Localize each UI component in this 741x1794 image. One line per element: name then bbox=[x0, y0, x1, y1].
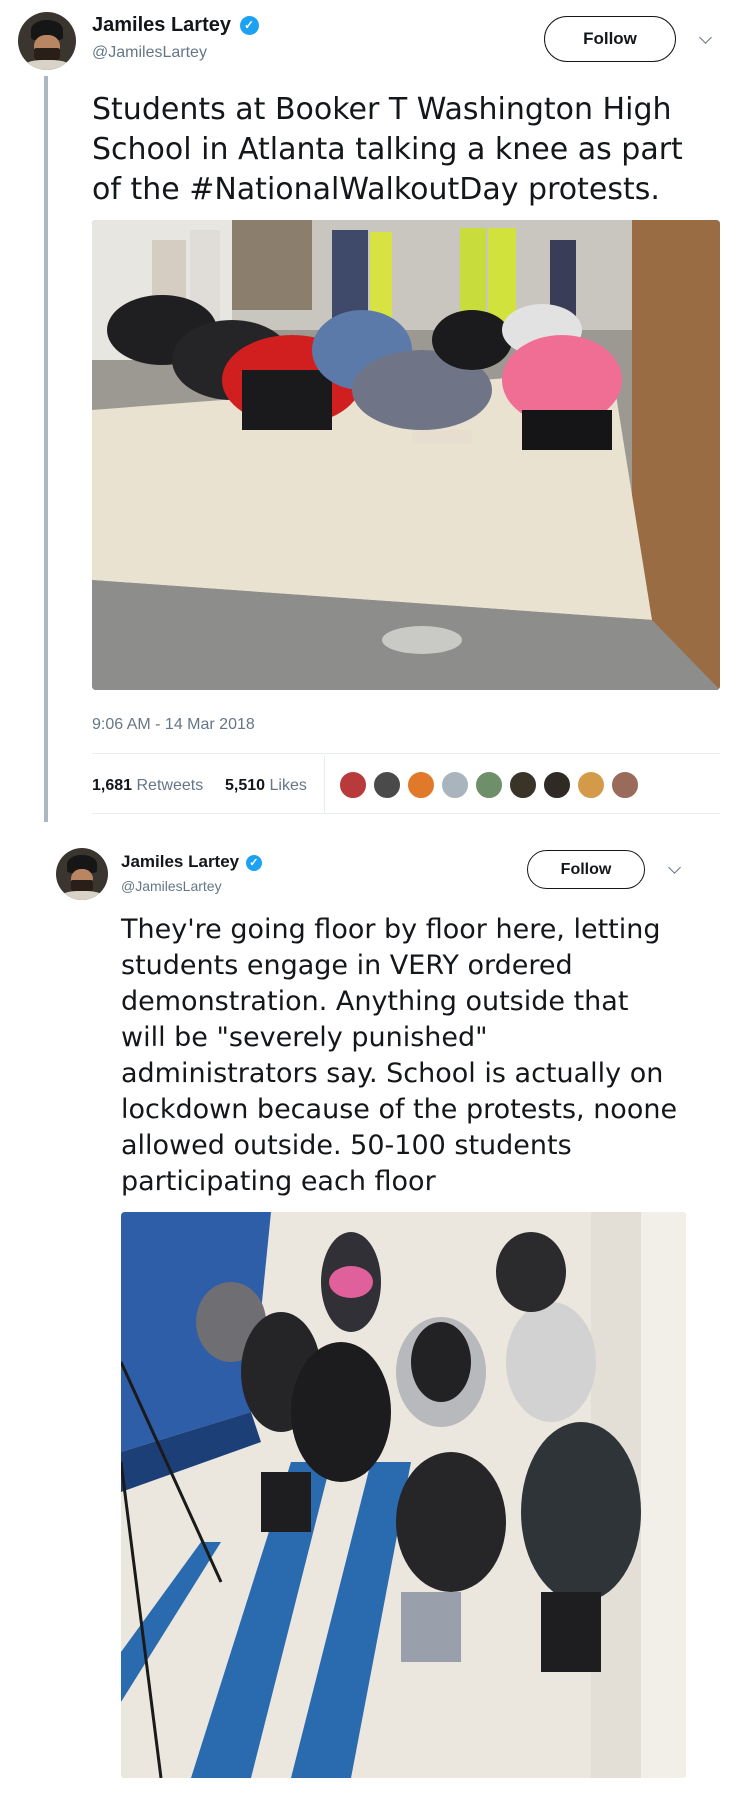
author-handle[interactable]: @JamilesLartey bbox=[121, 878, 222, 894]
follow-button[interactable]: Follow bbox=[527, 850, 645, 889]
tweet-timestamp[interactable]: 9:06 AM - 14 Mar 2018 bbox=[92, 716, 255, 734]
liker-avatars[interactable] bbox=[338, 770, 640, 800]
author-avatar[interactable] bbox=[56, 848, 108, 900]
hallway-students-illustration bbox=[121, 1212, 686, 1778]
liker-avatar[interactable] bbox=[610, 770, 640, 800]
liker-avatar[interactable] bbox=[542, 770, 572, 800]
retweet-stat[interactable]: 1,681 Retweets bbox=[92, 777, 203, 795]
author-avatar[interactable] bbox=[18, 12, 76, 70]
verified-badge-icon: ✓ bbox=[245, 854, 262, 871]
tweet-text: Students at Booker T Washington High Sch… bbox=[92, 92, 683, 207]
author-handle[interactable]: @JamilesLartey bbox=[92, 44, 207, 62]
chevron-down-icon[interactable] bbox=[699, 31, 712, 44]
thread-connector-line bbox=[44, 76, 48, 822]
chevron-down-icon[interactable] bbox=[668, 861, 681, 874]
liker-avatar[interactable] bbox=[474, 770, 504, 800]
like-stat[interactable]: 5,510 Likes bbox=[225, 777, 307, 795]
author-name[interactable]: Jamiles Lartey ✓ bbox=[121, 852, 262, 872]
divider-bottom bbox=[92, 813, 720, 814]
stats-separator bbox=[324, 756, 325, 814]
liker-avatar[interactable] bbox=[372, 770, 402, 800]
tweet-photo-hallway-students[interactable] bbox=[121, 1212, 686, 1778]
author-name[interactable]: Jamiles Lartey ✓ bbox=[92, 14, 259, 37]
liker-avatar[interactable] bbox=[440, 770, 470, 800]
kneeling-students-illustration bbox=[92, 220, 720, 690]
verified-badge-icon: ✓ bbox=[239, 16, 259, 36]
follow-button[interactable]: Follow bbox=[544, 16, 676, 62]
liker-avatar[interactable] bbox=[508, 770, 538, 800]
tweet-1: Jamiles Lartey ✓ @JamilesLartey Follow S… bbox=[0, 0, 741, 830]
liker-avatar[interactable] bbox=[338, 770, 368, 800]
liker-avatar[interactable] bbox=[576, 770, 606, 800]
liker-avatar[interactable] bbox=[406, 770, 436, 800]
tweet-2: Jamiles Lartey ✓ @JamilesLartey Follow T… bbox=[0, 830, 741, 1794]
divider-top bbox=[92, 753, 720, 754]
tweet-photo-kneeling-students[interactable] bbox=[92, 220, 720, 690]
tweet-text: They're going floor by floor here, letti… bbox=[121, 914, 678, 1197]
